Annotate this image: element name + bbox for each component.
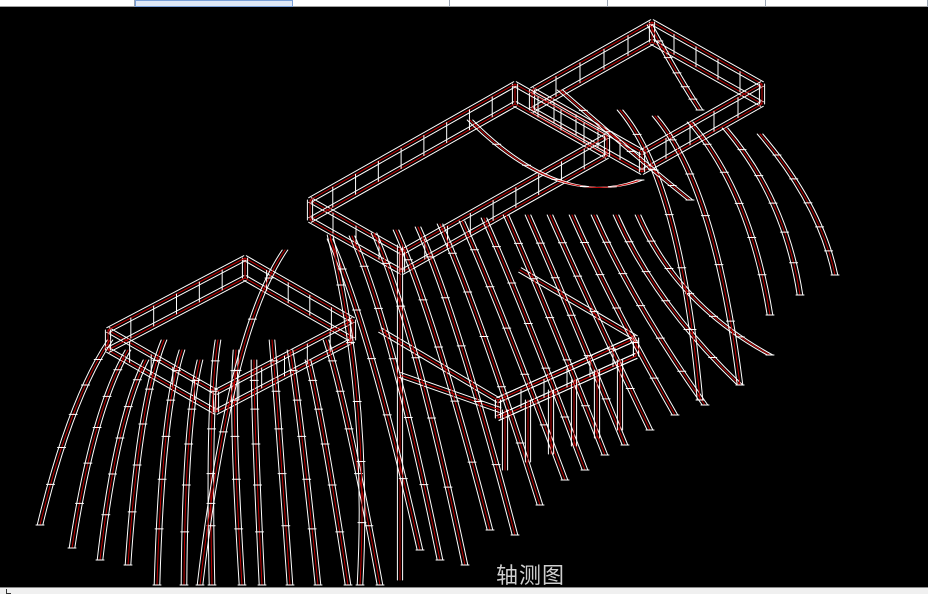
rib-left-1-centerline (39, 339, 111, 526)
frame-lower-link-b-edge-b (518, 271, 636, 341)
arch-right-link-37-edge-a (556, 89, 688, 201)
block-right-bottom-beam-2-centerline (531, 109, 643, 173)
block-right-top-beam-0-edge-b (652, 19, 764, 83)
block-middle-top-beam-3-centerline (309, 83, 516, 201)
drawing-caption: 轴测图 (496, 564, 566, 589)
block-right-bottom-beam-0-centerline (651, 41, 763, 105)
block-middle-top-beam-3-edge-a (310, 85, 517, 203)
block-middle-bottom-beam-0-edge-a (513, 105, 607, 159)
block-left-bottom-beam-2-centerline (107, 349, 217, 413)
block-right-bottom-beam-3-edge-b (530, 39, 652, 109)
top-cell-5[interactable] (608, 0, 766, 7)
arch-left-inner-34-edge-a (196, 249, 283, 586)
rib-left-6-centerline (183, 359, 201, 586)
rib-middle-27-edge-a (612, 214, 738, 386)
rib-left-2-centerline (71, 349, 129, 549)
top-cell-3[interactable] (293, 0, 450, 7)
block-right-top-beam-3-edge-b (530, 19, 652, 89)
rib-right-32-edge-a (721, 127, 798, 296)
arch-left-inner-34-centerline (199, 249, 286, 586)
rib-right-31-edge-a (686, 121, 768, 316)
arch-right-top-38-edge-a (646, 24, 698, 111)
block-left-bottom-beam-0-centerline (244, 277, 354, 341)
block-left-top-beam-3-edge-a (108, 259, 247, 333)
rib-right-32-centerline (724, 127, 801, 296)
frame-lower-link-b-edge-a (520, 267, 638, 337)
rib-right-31-centerline (689, 121, 771, 316)
rib-middle-25-edge-b (574, 214, 679, 416)
rib-middle-21-edge-a (480, 217, 583, 471)
rib-middle-22-edge-b (508, 214, 609, 456)
rib-right-33-edge-a (756, 133, 833, 276)
rib-middle-22-edge-a (502, 214, 603, 456)
frame-lower-top-beam-2-edge-b (498, 339, 638, 403)
rib-left-9-edge-a (250, 359, 260, 586)
block-left-top-beam-3-edge-b (106, 255, 245, 329)
isometric-frame-drawing (35, 19, 840, 586)
top-cell-1[interactable] (0, 0, 135, 7)
block-right-bottom-beam-3-centerline (531, 41, 653, 111)
block-middle-bottom-beam-3-edge-b (308, 101, 515, 219)
top-toolbar-strip (0, 0, 928, 7)
rib-middle-20-edge-a (458, 220, 563, 481)
rib-middle-22-centerline (505, 214, 606, 456)
block-left-bottom-beam-3-edge-a (108, 279, 247, 353)
frame-lower-top-beam-2-edge-a (496, 335, 636, 399)
block-middle-top-beam-3-edge-b (308, 81, 515, 199)
rib-middle-21-centerline (483, 217, 586, 471)
block-left-bottom-beam-0-edge-a (243, 279, 353, 343)
block-right-bottom-beam-1-edge-b (642, 105, 764, 175)
block-middle-top-beam-1-edge-b (402, 137, 609, 255)
rib-right-31-edge-b (692, 121, 774, 316)
rib-left-10-centerline (271, 339, 291, 586)
rib-right-32-edge-b (727, 127, 804, 296)
top-cell-6[interactable] (766, 0, 928, 7)
arch-top-link-36-edge-b (472, 119, 644, 188)
arch-right-top-38-edge-b (652, 24, 704, 111)
rib-middle-20-centerline (461, 220, 566, 481)
block-left-bottom-beam-2-edge-a (108, 347, 218, 411)
block-right-top-beam-3-centerline (531, 21, 653, 91)
crosshair-tick-icon (6, 589, 11, 594)
block-middle-bottom-beam-2-edge-a (310, 217, 404, 271)
block-left-bottom-beam-3-edge-b (106, 275, 245, 349)
arch-middle-inner-35-edge-a (326, 234, 360, 586)
block-right-bottom-beam-1-centerline (641, 103, 763, 173)
block-right-top-beam-3-edge-a (532, 23, 654, 93)
cad-model-space[interactable] (0, 7, 928, 587)
top-cell-2-selected[interactable] (135, 0, 293, 7)
top-cell-4[interactable] (450, 0, 608, 7)
rib-middle-19-edge-a (436, 223, 538, 506)
bottom-status-strip (0, 587, 928, 594)
